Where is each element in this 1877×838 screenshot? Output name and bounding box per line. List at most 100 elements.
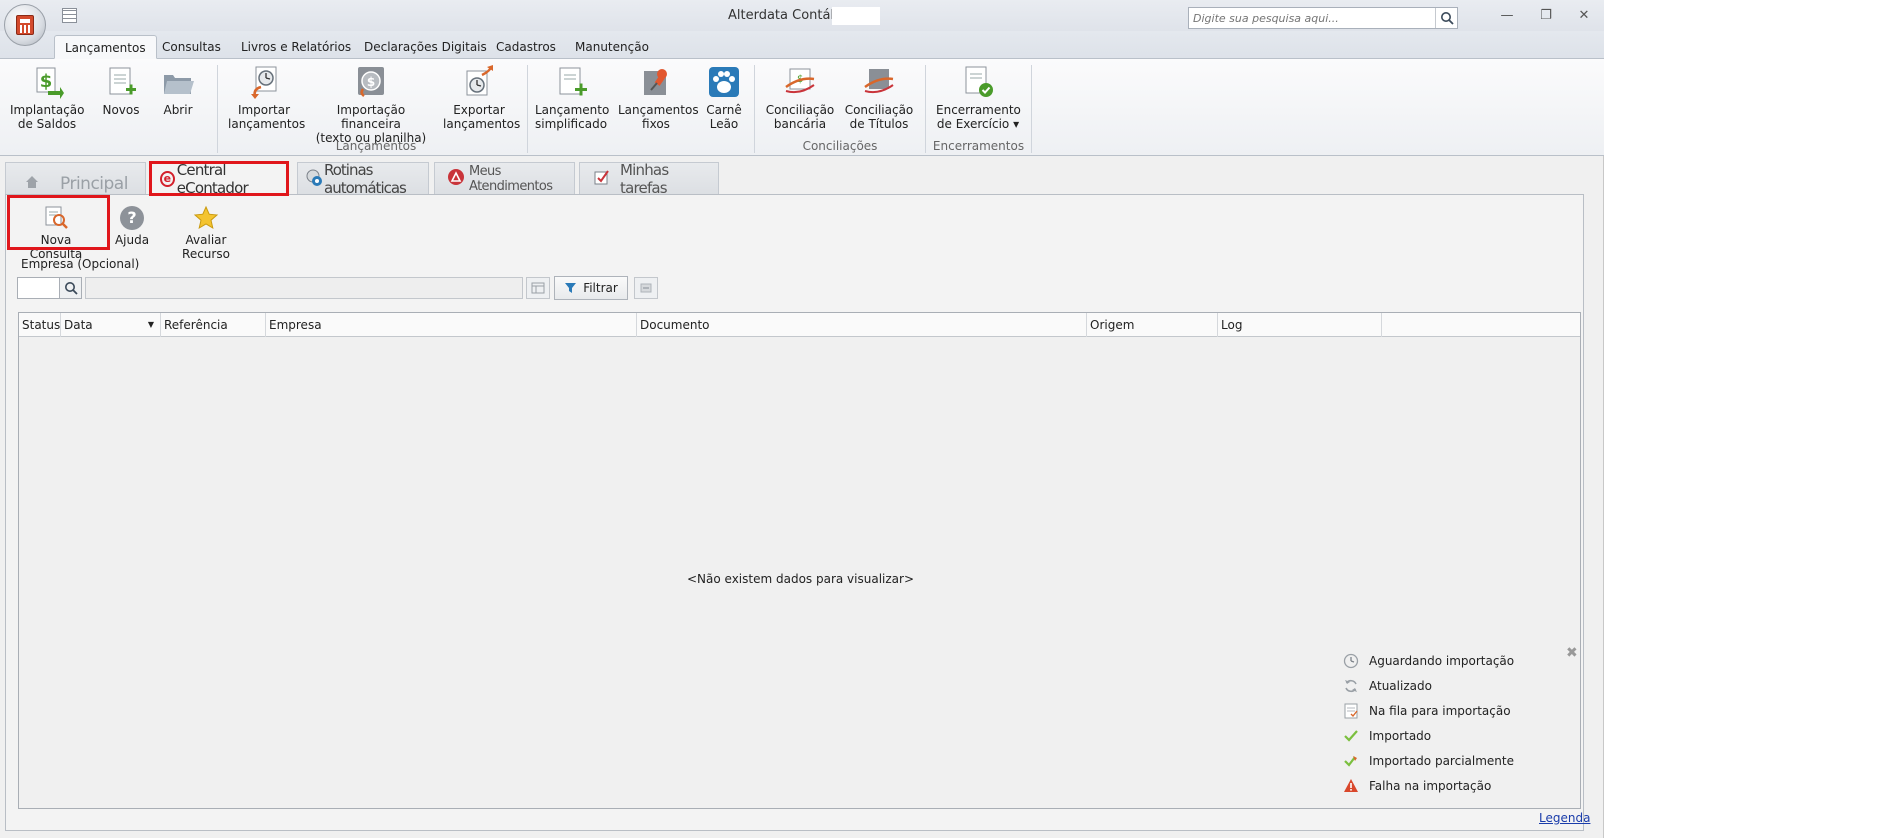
- carne-leao-label-2: Leão: [709, 117, 739, 131]
- home-icon: [24, 175, 40, 192]
- encerramento-exercicio-label-2: de Exercício ▾: [936, 117, 1020, 131]
- lancamento-simplificado-label-2: simplificado: [535, 117, 608, 131]
- empresa-label: Empresa (Opcional): [21, 257, 140, 271]
- paw-icon: [707, 65, 741, 99]
- document-tab-bar: Principal e Central eContador Rotinas au…: [0, 157, 1604, 197]
- legenda-link[interactable]: Legenda: [1539, 811, 1590, 825]
- column-data-label: Data: [64, 318, 93, 332]
- restore-button[interactable]: ❐: [1532, 6, 1560, 26]
- doc-tab-minhas-tarefas[interactable]: Minhas tarefas: [579, 160, 719, 197]
- pin-icon: [639, 65, 673, 99]
- encerramento-exercicio-button[interactable]: Encerramento de Exercício ▾: [936, 65, 1021, 131]
- exportar-lancamentos-label-1: Exportar: [453, 103, 505, 117]
- doc-tab-principal[interactable]: Principal: [5, 162, 146, 194]
- legend-label-importado: Importado: [1369, 729, 1432, 743]
- abrir-button[interactable]: Abrir: [158, 65, 198, 117]
- lancamento-simplificado-button[interactable]: Lançamento simplificado: [535, 65, 609, 131]
- doc-tab-meus-atendimentos[interactable]: Meus Atendimentos: [434, 162, 575, 194]
- import-clock-icon: [247, 65, 281, 99]
- novos-button[interactable]: Novos: [99, 65, 143, 117]
- tab-declaracoes-digitais[interactable]: Declarações Digitais: [354, 35, 497, 59]
- carne-leao-button[interactable]: Carnê Leão: [704, 65, 744, 131]
- closing-check-icon: [961, 65, 995, 99]
- legend-label-parcial: Importado parcialmente: [1369, 754, 1514, 768]
- importar-lancamentos-button[interactable]: Importar lançamentos: [228, 65, 305, 131]
- global-search-input[interactable]: [1189, 8, 1435, 28]
- tab-consultas[interactable]: Consultas: [152, 35, 231, 59]
- doc-tab-minhas-tarefas-label: Minhas tarefas: [620, 160, 669, 197]
- legend-close-button[interactable]: ✖: [1566, 645, 1578, 661]
- ribbon-separator: [754, 65, 755, 153]
- financial-import-icon: $: [354, 65, 388, 99]
- tab-livros-relatorios[interactable]: Livros e Relatórios: [231, 35, 361, 59]
- column-origem[interactable]: Origem: [1087, 313, 1218, 337]
- avaliar-recurso-button[interactable]: Avaliar Recurso: [161, 205, 251, 261]
- carne-leao-label-1: Carnê: [706, 103, 742, 117]
- implantacao-saldos-button[interactable]: $ Implantação de Saldos: [10, 65, 85, 131]
- task-check-icon: [594, 169, 610, 188]
- close-button[interactable]: ✕: [1570, 6, 1598, 26]
- empresa-search-button[interactable]: [60, 277, 82, 299]
- calculator-icon: [16, 15, 34, 35]
- importacao-financeira-button[interactable]: $ Importação financeira (texto ou planil…: [311, 65, 431, 145]
- refresh-icon: [1345, 679, 1357, 693]
- column-documento[interactable]: Documento: [637, 313, 1087, 337]
- column-data[interactable]: Data ▼: [61, 313, 161, 337]
- conciliacao-titulos-button[interactable]: Conciliação de Títulos: [843, 65, 915, 131]
- doc-tab-rotinas-automaticas-label: Rotinas automáticas: [324, 160, 407, 197]
- conciliacao-titulos-label-2: de Títulos: [849, 117, 909, 131]
- empresa-code-input[interactable]: [17, 277, 60, 299]
- group-label-encerramentos: Encerramentos: [932, 139, 1025, 153]
- legend-item: Importado: [1343, 726, 1431, 746]
- doc-tab-rotinas-automaticas[interactable]: Rotinas automáticas: [297, 160, 429, 197]
- filtrar-label: Filtrar: [583, 281, 618, 295]
- legend-item: Falha na importação: [1343, 776, 1491, 796]
- column-log[interactable]: Log: [1218, 313, 1382, 337]
- svg-text:$: $: [367, 75, 375, 89]
- warning-icon: [1344, 779, 1358, 792]
- conciliacao-bancaria-label-1: Conciliação: [765, 103, 835, 117]
- tab-manutencao[interactable]: Manutenção: [565, 35, 659, 59]
- dollar-arrow-icon: $: [30, 65, 64, 99]
- search-icon[interactable]: [1435, 8, 1457, 28]
- queue-icon: [1344, 703, 1358, 719]
- bank-reconciliation-icon: $: [783, 65, 817, 99]
- minimize-button[interactable]: —: [1493, 6, 1521, 26]
- clock-icon: [1343, 653, 1359, 669]
- ajuda-button[interactable]: ? Ajuda: [112, 205, 152, 247]
- filtrar-button[interactable]: Filtrar: [554, 276, 628, 300]
- title-reconciliation-icon: [862, 65, 896, 99]
- app-window: Alterdata Contábil - — ❐ ✕ Lançamentos C…: [0, 0, 1604, 838]
- doc-tab-central-econtador-label: Central eContador: [176, 160, 249, 197]
- nova-consulta-button[interactable]: Nova Consulta: [18, 205, 94, 261]
- group-label-lancamentos: Lançamentos: [335, 139, 417, 153]
- column-filler: [1382, 313, 1580, 337]
- lancamentos-fixos-button[interactable]: Lançamentos fixos: [618, 65, 699, 131]
- svg-text:$: $: [40, 71, 53, 92]
- legend-label-fila: Na fila para importação: [1369, 704, 1511, 718]
- tab-lancamentos[interactable]: Lançamentos: [54, 35, 157, 59]
- application-menu-button[interactable]: [4, 4, 46, 46]
- clear-filter-button[interactable]: [634, 277, 658, 299]
- consultas-grid: Status Data ▼ Referência Empresa Documen…: [18, 312, 1581, 809]
- implantacao-saldos-label-1: Implantação: [10, 103, 85, 117]
- group-label-conciliacoes: Conciliações: [802, 139, 878, 153]
- calculator-grid-icon[interactable]: [62, 8, 77, 23]
- global-search[interactable]: [1188, 7, 1458, 29]
- conciliacao-bancaria-button[interactable]: $ Conciliação bancária: [764, 65, 836, 131]
- exportar-lancamentos-button[interactable]: Exportar lançamentos: [443, 65, 520, 131]
- column-empresa[interactable]: Empresa: [266, 313, 637, 337]
- tab-cadastros[interactable]: Cadastros: [486, 35, 566, 59]
- legend-label-atualizado: Atualizado: [1369, 679, 1432, 693]
- column-status[interactable]: Status: [19, 313, 61, 337]
- doc-tab-central-econtador[interactable]: e Central eContador: [149, 160, 289, 197]
- automation-gear-icon: [304, 167, 324, 190]
- ribbon-tab-bar: Lançamentos Consultas Livros e Relatório…: [0, 31, 1604, 59]
- grid-empty-message: <Não existem dados para visualizar>: [686, 572, 914, 586]
- partial-check-icon: [1344, 756, 1357, 767]
- empresa-lookup-button[interactable]: [526, 277, 550, 299]
- ribbon-separator: [527, 65, 528, 153]
- column-referencia[interactable]: Referência: [161, 313, 266, 337]
- empresa-name-input[interactable]: [85, 277, 523, 299]
- encerramento-exercicio-label-1: Encerramento: [936, 103, 1021, 117]
